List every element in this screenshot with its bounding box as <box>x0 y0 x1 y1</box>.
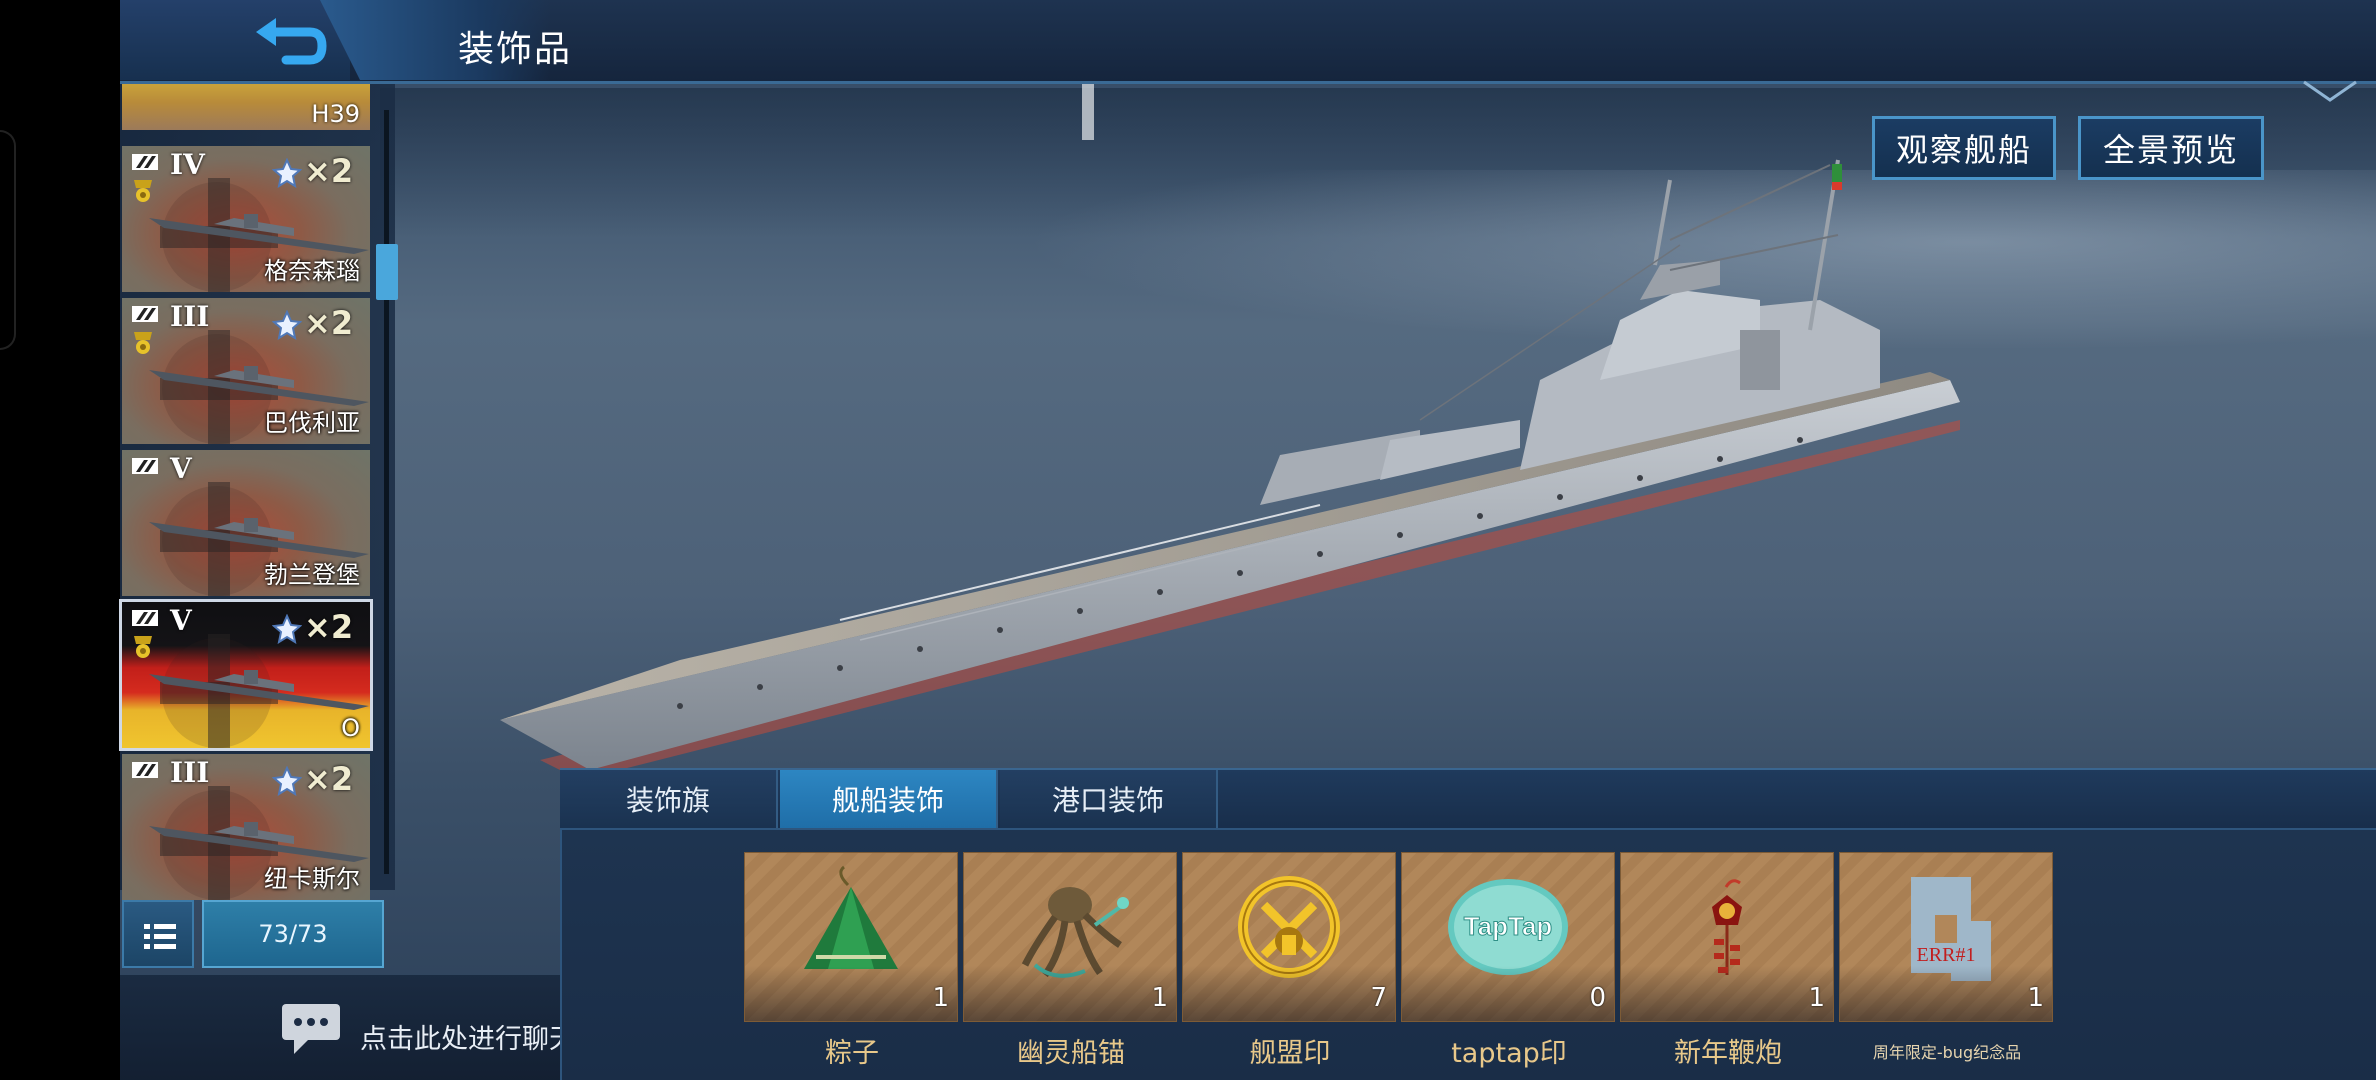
decoration-tabs: 装饰旗 舰船装饰 港口装饰 <box>560 768 2376 828</box>
chat-prompt[interactable]: 点击此处进行聊天 <box>360 1017 576 1056</box>
xp-multiplier: ×2 <box>304 304 354 342</box>
battleship-class-icon <box>132 458 158 474</box>
ship-list[interactable]: H39 IV ×2 格奈森瑙 III ×2 巴伐利亚 V 勃兰登堡 V ×2 O III ×2 纽卡斯尔 … <box>119 0 420 968</box>
xp-multiplier: ×2 <box>304 608 354 646</box>
list-view-button[interactable] <box>122 900 194 968</box>
item-shade <box>1840 966 2052 1021</box>
xp-multiplier: ×2 <box>304 760 354 798</box>
ship-thumbnail <box>149 670 369 710</box>
top-bar: 装饰品 <box>120 0 2376 102</box>
item-qty: 0 <box>1589 983 1606 1013</box>
item-qty: 1 <box>932 983 949 1013</box>
ship-card[interactable]: V 勃兰登堡 <box>122 450 370 596</box>
item-shade <box>1621 966 1833 1021</box>
item-label: 舰盟印 <box>1249 1038 1331 1069</box>
ship-card[interactable]: IV ×2 格奈森瑙 <box>122 146 370 292</box>
ship-thumbnail <box>149 214 369 254</box>
chat-bubble-icon[interactable] <box>280 1000 342 1056</box>
medal-icon <box>134 636 152 658</box>
star-icon <box>272 614 302 644</box>
item-taptap-seal[interactable]: TapTap 0 taptap印 <box>1401 852 1615 1069</box>
medal-icon <box>134 332 152 354</box>
battleship-class-icon <box>132 762 158 778</box>
item-shade <box>1183 966 1395 1021</box>
ship-tier: V <box>170 604 192 637</box>
item-shade <box>745 966 957 1021</box>
ship-thumbnail <box>149 366 369 406</box>
item-fleet-seal[interactable]: 7 舰盟印 <box>1182 852 1396 1069</box>
taptap-seal-text: TapTap <box>1464 911 1553 941</box>
ship-tier: IV <box>170 148 205 181</box>
ship-card[interactable]: V ×2 O <box>119 599 373 751</box>
battleship-class-icon <box>132 610 158 626</box>
item-shade <box>964 966 1176 1021</box>
star-icon <box>272 766 302 796</box>
item-label: 粽子 <box>825 1038 879 1069</box>
ship-name: 勃兰登堡 <box>264 561 360 589</box>
item-label: 周年限定-bug纪念品 <box>1872 1043 2022 1062</box>
ship-thumbnail <box>149 518 369 558</box>
tab-port-decoration[interactable]: 港口装饰 <box>1000 770 1218 828</box>
ship-card[interactable]: III ×2 巴伐利亚 <box>122 298 370 444</box>
ship-card-partial[interactable]: H39 <box>122 84 370 130</box>
observe-ship-button[interactable]: 观察舰船 <box>1872 116 2056 180</box>
ship-tier: III <box>170 756 210 789</box>
item-qty: 1 <box>1151 983 1168 1013</box>
tab-ship-decoration[interactable]: 舰船装饰 <box>780 770 998 828</box>
item-ghost-anchor[interactable]: 1 幽灵船锚 <box>963 852 1177 1069</box>
item-label: 新年鞭炮 <box>1674 1038 1782 1069</box>
item-bug-souvenir[interactable]: ERR#1 1 周年限定-bug纪念品 <box>1839 852 2053 1062</box>
ship-name: 纽卡斯尔 <box>264 865 360 893</box>
decoration-items-grid: 1 粽子 1 幽灵船锚 7 舰盟印 TapTap 0 taptap印 1 新年鞭… <box>560 828 2376 1080</box>
item-qty: 7 <box>1370 983 1387 1013</box>
item-qty: 1 <box>1808 983 1825 1013</box>
battleship-class-icon <box>132 306 158 322</box>
ship-list-scrollbar[interactable] <box>384 110 389 874</box>
ship-name: 格奈森瑙 <box>264 257 360 285</box>
ship-tier: III <box>170 300 210 333</box>
decoration-panel: 装饰旗 舰船装饰 港口装饰 1 粽子 1 幽灵船锚 7 舰盟印 TapTap 0… <box>560 768 2376 1080</box>
ship-count-button[interactable]: 73/73 <box>202 900 384 968</box>
chat-bar[interactable]: 点击此处进行聊天 <box>120 975 632 1080</box>
ship-name: H39 <box>311 100 360 128</box>
device-notch <box>0 130 16 350</box>
tab-flags[interactable]: 装饰旗 <box>560 770 778 828</box>
list-icon <box>144 924 176 949</box>
item-label: 幽灵船锚 <box>1017 1038 1125 1069</box>
item-shade <box>1402 966 1614 1021</box>
ship-name: O <box>341 714 360 742</box>
item-label: taptap印 <box>1451 1038 1567 1069</box>
ship-list-scroll-thumb[interactable] <box>376 244 398 300</box>
ship-name: 巴伐利亚 <box>264 409 360 437</box>
item-qty: 1 <box>2027 983 2044 1013</box>
item-zongzi[interactable]: 1 粽子 <box>744 852 958 1069</box>
screen: 装饰品 H39 IV ×2 格奈森瑙 III ×2 巴伐利亚 V 勃兰登堡 V ×2 O III ×2 纽… <box>0 0 2376 1080</box>
ship-tier: V <box>170 452 192 485</box>
collapse-chevron-icon[interactable] <box>2300 76 2360 106</box>
item-firecracker[interactable]: 1 新年鞭炮 <box>1620 852 1834 1069</box>
bug-souvenir-text: ERR#1 <box>1917 944 1976 966</box>
panorama-preview-button[interactable]: 全景预览 <box>2078 116 2264 180</box>
page-title: 装饰品 <box>458 29 573 70</box>
ship-card[interactable]: III ×2 纽卡斯尔 <box>122 754 370 900</box>
medal-icon <box>134 180 152 202</box>
star-icon <box>272 310 302 340</box>
star-icon <box>272 158 302 188</box>
battleship-class-icon <box>132 154 158 170</box>
ship-thumbnail <box>149 822 369 862</box>
xp-multiplier: ×2 <box>304 152 354 190</box>
